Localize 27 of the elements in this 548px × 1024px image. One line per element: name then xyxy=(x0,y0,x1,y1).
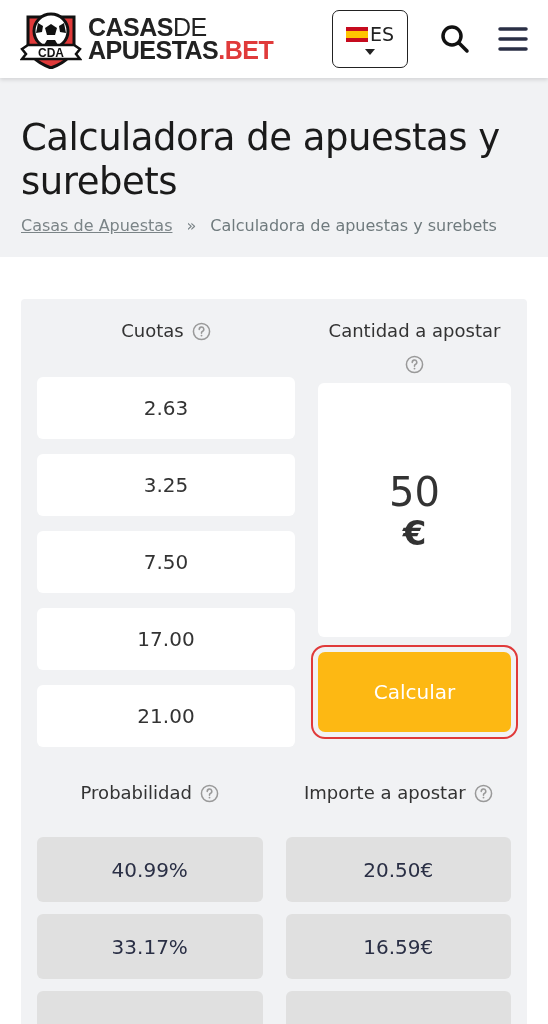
odds-field[interactable]: 2.63 xyxy=(37,377,295,439)
help-icon[interactable] xyxy=(473,783,493,803)
column-heading: Cuotas xyxy=(121,319,184,343)
bet-amount-cell: 20.50€ xyxy=(285,837,511,902)
page-title: Calculadora de apuestas y surebets xyxy=(21,116,501,204)
column-heading: Cantidad a apostar xyxy=(328,319,501,343)
odds-field[interactable]: 17.00 xyxy=(37,608,295,670)
help-icon[interactable] xyxy=(191,321,211,341)
help-icon[interactable] xyxy=(405,355,424,374)
breadcrumb-separator: » xyxy=(186,216,197,235)
odds-field[interactable]: 21.00 xyxy=(37,685,295,747)
odds-field[interactable]: 7.50 xyxy=(37,531,295,593)
language-selector[interactable]: ES xyxy=(332,10,408,68)
probability-cell: 33.17% xyxy=(37,914,263,979)
column-heading: Probabilidad xyxy=(80,781,192,805)
breadcrumb-current: Calculadora de apuestas y surebets xyxy=(210,216,497,235)
help-icon[interactable] xyxy=(199,783,219,803)
column-heading: Importe a apostar xyxy=(303,781,466,805)
odds-field[interactable]: 3.25 xyxy=(37,454,295,516)
probability-cell: 40.99% xyxy=(37,837,263,902)
bet-amount-cell: 16.59€ xyxy=(285,914,511,979)
stake-field[interactable]: 50 € xyxy=(318,383,511,637)
flag-icon xyxy=(345,26,368,42)
search-icon[interactable] xyxy=(440,24,470,54)
menu-icon[interactable] xyxy=(498,26,528,52)
logo-text: CASASDE APUESTAS.BET xyxy=(88,16,274,62)
caret-icon xyxy=(365,49,375,55)
